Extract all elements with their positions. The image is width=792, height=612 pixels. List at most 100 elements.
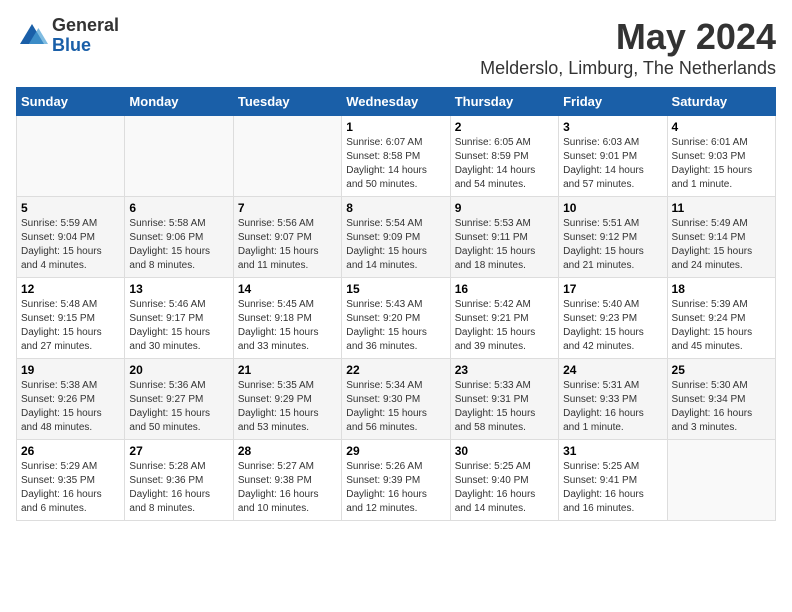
cell-3-5: 24 Sunrise: 5:31 AM Sunset: 9:33 PM Dayli…	[559, 359, 667, 440]
day-info: Sunrise: 5:46 AM Sunset: 9:17 PM Dayligh…	[129, 298, 228, 354]
logo-text: General Blue	[52, 16, 119, 56]
cell-0-2	[233, 116, 341, 197]
cell-2-3: 15Sunrise: 5:43 AM Sunset: 9:20 PM Dayli…	[342, 278, 450, 359]
day-info: Sunrise: 5:48 AM Sunset: 9:15 PM Dayligh…	[21, 298, 120, 354]
day-number: 23	[455, 363, 554, 377]
cell-4-6	[667, 440, 775, 521]
day-info: Sunrise: 5:35 AM Sunset: 9:29 PM Dayligh…	[238, 379, 337, 435]
day-info: Sunrise: 5:42 AM Sunset: 9:21 PM Dayligh…	[455, 298, 554, 354]
day-number: 10	[563, 201, 662, 215]
day-info: Sunrise: 5:25 AM Sunset: 9:41 PM Dayligh…	[563, 460, 662, 516]
cell-2-0: 12Sunrise: 5:48 AM Sunset: 9:15 PM Dayli…	[17, 278, 125, 359]
cell-2-2: 14 Sunrise: 5:45 AM Sunset: 9:18 PM Dayli…	[233, 278, 341, 359]
header-thursday: Thursday	[450, 88, 558, 116]
main-title: May 2024	[480, 16, 776, 58]
calendar-table: Sunday Monday Tuesday Wednesday Thursday…	[16, 87, 776, 521]
header-row: Sunday Monday Tuesday Wednesday Thursday…	[17, 88, 776, 116]
day-number: 16	[455, 282, 554, 296]
cell-4-3: 29 Sunrise: 5:26 AM Sunset: 9:39 PM Dayli…	[342, 440, 450, 521]
day-number: 17	[563, 282, 662, 296]
day-number: 20	[129, 363, 228, 377]
day-number: 27	[129, 444, 228, 458]
day-info: Sunrise: 6:01 AM Sunset: 9:03 PM Dayligh…	[672, 136, 771, 192]
cell-1-1: 6Sunrise: 5:58 AM Sunset: 9:06 PM Daylig…	[125, 197, 233, 278]
header-wednesday: Wednesday	[342, 88, 450, 116]
day-number: 24	[563, 363, 662, 377]
day-number: 30	[455, 444, 554, 458]
day-info: Sunrise: 6:05 AM Sunset: 8:59 PM Dayligh…	[455, 136, 554, 192]
cell-0-3: 1 Sunrise: 6:07 AM Sunset: 8:58 PM Daylig…	[342, 116, 450, 197]
subtitle: Melderslo, Limburg, The Netherlands	[480, 58, 776, 79]
day-number: 2	[455, 120, 554, 134]
day-info: Sunrise: 5:39 AM Sunset: 9:24 PM Dayligh…	[672, 298, 771, 354]
week-row-0: 1 Sunrise: 6:07 AM Sunset: 8:58 PM Daylig…	[17, 116, 776, 197]
day-number: 9	[455, 201, 554, 215]
day-number: 25	[672, 363, 771, 377]
header-monday: Monday	[125, 88, 233, 116]
logo: General Blue	[16, 16, 119, 56]
cell-4-1: 27 Sunrise: 5:28 AM Sunset: 9:36 PM Dayli…	[125, 440, 233, 521]
cell-0-1	[125, 116, 233, 197]
cell-1-2: 7 Sunrise: 5:56 AM Sunset: 9:07 PM Daylig…	[233, 197, 341, 278]
cell-4-4: 30 Sunrise: 5:25 AM Sunset: 9:40 PM Dayli…	[450, 440, 558, 521]
cell-1-4: 9 Sunrise: 5:53 AM Sunset: 9:11 PM Daylig…	[450, 197, 558, 278]
cell-3-1: 20 Sunrise: 5:36 AM Sunset: 9:27 PM Dayli…	[125, 359, 233, 440]
day-number: 8	[346, 201, 445, 215]
title-block: May 2024 Melderslo, Limburg, The Netherl…	[480, 16, 776, 79]
day-info: Sunrise: 5:30 AM Sunset: 9:34 PM Dayligh…	[672, 379, 771, 435]
day-number: 1	[346, 120, 445, 134]
day-info: Sunrise: 5:51 AM Sunset: 9:12 PM Dayligh…	[563, 217, 662, 273]
day-number: 15	[346, 282, 445, 296]
day-info: Sunrise: 5:45 AM Sunset: 9:18 PM Dayligh…	[238, 298, 337, 354]
cell-0-6: 4 Sunrise: 6:01 AM Sunset: 9:03 PM Daylig…	[667, 116, 775, 197]
cell-3-6: 25 Sunrise: 5:30 AM Sunset: 9:34 PM Dayli…	[667, 359, 775, 440]
day-info: Sunrise: 5:28 AM Sunset: 9:36 PM Dayligh…	[129, 460, 228, 516]
page-header: General Blue May 2024 Melderslo, Limburg…	[16, 16, 776, 79]
day-info: Sunrise: 5:25 AM Sunset: 9:40 PM Dayligh…	[455, 460, 554, 516]
day-info: Sunrise: 5:33 AM Sunset: 9:31 PM Dayligh…	[455, 379, 554, 435]
day-info: Sunrise: 5:59 AM Sunset: 9:04 PM Dayligh…	[21, 217, 120, 273]
week-row-3: 19 Sunrise: 5:38 AM Sunset: 9:26 PM Dayli…	[17, 359, 776, 440]
day-info: Sunrise: 5:49 AM Sunset: 9:14 PM Dayligh…	[672, 217, 771, 273]
logo-general: General	[52, 16, 119, 36]
day-info: Sunrise: 6:07 AM Sunset: 8:58 PM Dayligh…	[346, 136, 445, 192]
week-row-1: 5Sunrise: 5:59 AM Sunset: 9:04 PM Daylig…	[17, 197, 776, 278]
cell-1-0: 5Sunrise: 5:59 AM Sunset: 9:04 PM Daylig…	[17, 197, 125, 278]
day-info: Sunrise: 5:53 AM Sunset: 9:11 PM Dayligh…	[455, 217, 554, 273]
day-number: 22	[346, 363, 445, 377]
day-number: 26	[21, 444, 120, 458]
cell-3-2: 21 Sunrise: 5:35 AM Sunset: 9:29 PM Dayli…	[233, 359, 341, 440]
day-info: Sunrise: 5:26 AM Sunset: 9:39 PM Dayligh…	[346, 460, 445, 516]
cell-3-0: 19 Sunrise: 5:38 AM Sunset: 9:26 PM Dayli…	[17, 359, 125, 440]
header-tuesday: Tuesday	[233, 88, 341, 116]
cell-4-2: 28Sunrise: 5:27 AM Sunset: 9:38 PM Dayli…	[233, 440, 341, 521]
day-number: 14	[238, 282, 337, 296]
day-info: Sunrise: 5:36 AM Sunset: 9:27 PM Dayligh…	[129, 379, 228, 435]
day-number: 29	[346, 444, 445, 458]
cell-1-6: 11Sunrise: 5:49 AM Sunset: 9:14 PM Dayli…	[667, 197, 775, 278]
day-number: 4	[672, 120, 771, 134]
day-info: Sunrise: 5:58 AM Sunset: 9:06 PM Dayligh…	[129, 217, 228, 273]
day-info: Sunrise: 5:56 AM Sunset: 9:07 PM Dayligh…	[238, 217, 337, 273]
day-info: Sunrise: 5:29 AM Sunset: 9:35 PM Dayligh…	[21, 460, 120, 516]
cell-2-4: 16 Sunrise: 5:42 AM Sunset: 9:21 PM Dayli…	[450, 278, 558, 359]
day-info: Sunrise: 5:34 AM Sunset: 9:30 PM Dayligh…	[346, 379, 445, 435]
day-info: Sunrise: 5:38 AM Sunset: 9:26 PM Dayligh…	[21, 379, 120, 435]
header-saturday: Saturday	[667, 88, 775, 116]
day-number: 7	[238, 201, 337, 215]
day-info: Sunrise: 5:27 AM Sunset: 9:38 PM Dayligh…	[238, 460, 337, 516]
day-number: 21	[238, 363, 337, 377]
cell-4-0: 26 Sunrise: 5:29 AM Sunset: 9:35 PM Dayli…	[17, 440, 125, 521]
logo-blue: Blue	[52, 36, 119, 56]
day-number: 19	[21, 363, 120, 377]
day-number: 3	[563, 120, 662, 134]
day-number: 13	[129, 282, 228, 296]
header-sunday: Sunday	[17, 88, 125, 116]
cell-0-0	[17, 116, 125, 197]
day-info: Sunrise: 5:31 AM Sunset: 9:33 PM Dayligh…	[563, 379, 662, 435]
cell-4-5: 31 Sunrise: 5:25 AM Sunset: 9:41 PM Dayli…	[559, 440, 667, 521]
day-number: 31	[563, 444, 662, 458]
day-info: Sunrise: 5:54 AM Sunset: 9:09 PM Dayligh…	[346, 217, 445, 273]
calendar-body: 1 Sunrise: 6:07 AM Sunset: 8:58 PM Daylig…	[17, 116, 776, 521]
cell-3-3: 22 Sunrise: 5:34 AM Sunset: 9:30 PM Dayli…	[342, 359, 450, 440]
